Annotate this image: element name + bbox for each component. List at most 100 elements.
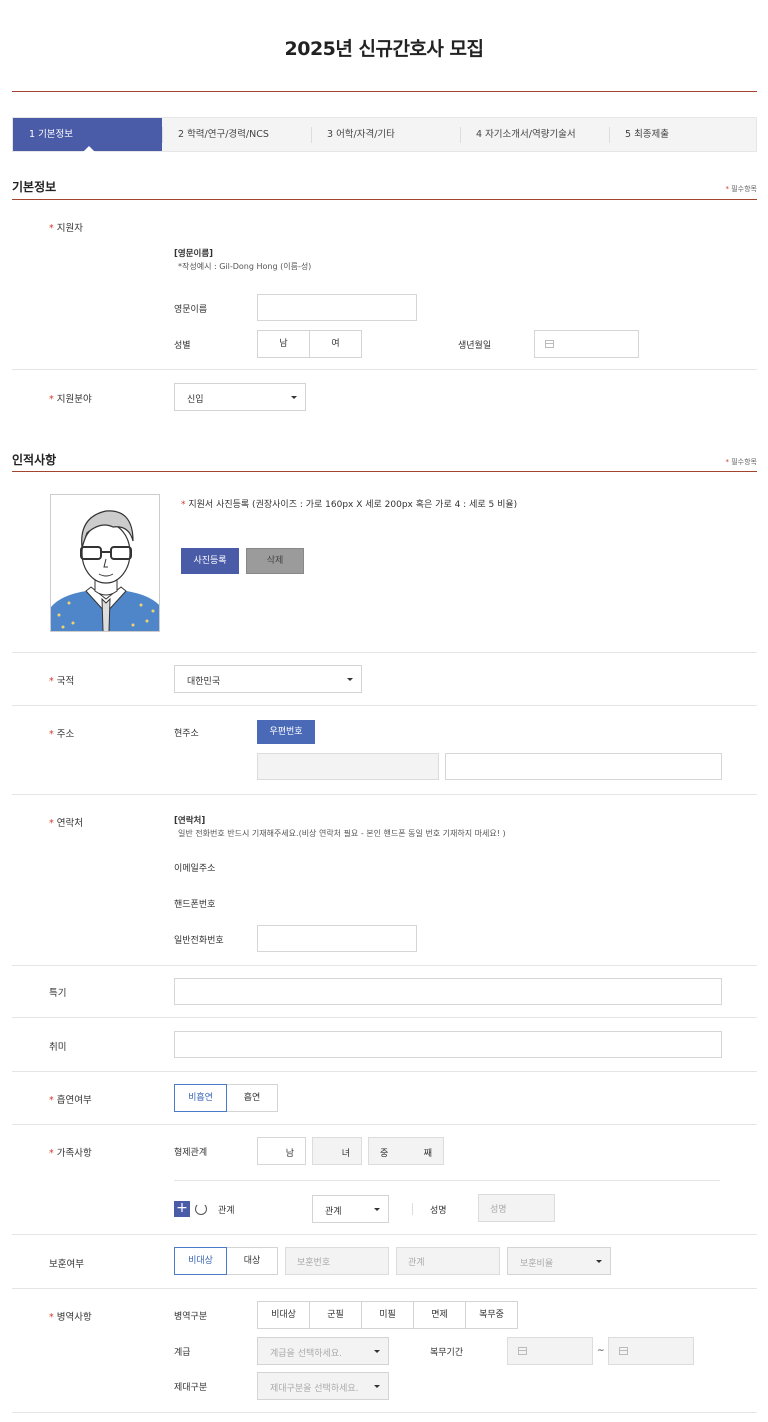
- veteran-number-input[interactable]: 보훈번호: [285, 1247, 389, 1275]
- email-label: 이메일주소: [174, 864, 216, 874]
- eng-name-label: 영문이름: [174, 305, 208, 315]
- photo-note: * 지원서 사진등록 (권장사이즈 : 가로 160px X 세로 200px …: [181, 500, 518, 510]
- applicant-label: * 지원자: [49, 223, 84, 234]
- contact-note: 일반 전화번호 반드시 기재해주세요.(비상 연락처 필요 - 본인 핸드폰 동…: [178, 829, 506, 838]
- eng-name-input[interactable]: [257, 294, 417, 321]
- tab-final-submit[interactable]: 5 최종제출: [609, 118, 758, 151]
- hobby-input[interactable]: [174, 1031, 722, 1058]
- profile-photo: [50, 494, 160, 632]
- military-exempt-option[interactable]: 면제: [413, 1301, 466, 1329]
- postcode-button[interactable]: 우편번호: [257, 720, 315, 744]
- row-divider: [12, 1124, 757, 1125]
- discharge-label: 제대구분: [174, 1383, 208, 1393]
- smoking-label: * 흡연여부: [49, 1095, 92, 1106]
- veteran-ratio-select[interactable]: 보훈비율: [507, 1247, 611, 1275]
- military-serving-option[interactable]: 복무중: [465, 1301, 518, 1329]
- detail-address-input[interactable]: [445, 753, 722, 780]
- calendar-icon: [545, 340, 554, 348]
- mobile-label: 핸드폰번호: [174, 900, 216, 910]
- contact-label: * 연락처: [49, 818, 84, 829]
- hobby-label: 취미: [49, 1042, 67, 1053]
- photo-register-button[interactable]: 사진등록: [181, 548, 239, 574]
- photo-delete-button[interactable]: 삭제: [246, 548, 304, 574]
- chevron-down-icon: [374, 1208, 380, 1211]
- veteran-target-option[interactable]: 대상: [226, 1247, 278, 1275]
- section-title-basic: 기본정보: [12, 180, 57, 194]
- military-label: * 병역사항: [49, 1312, 92, 1323]
- name-label: 성명: [430, 1206, 447, 1216]
- sibling-female-input[interactable]: 녀: [312, 1137, 362, 1165]
- section-divider: [12, 199, 757, 200]
- nationality-select[interactable]: 대한민국: [174, 665, 362, 693]
- phone-input[interactable]: [257, 925, 417, 952]
- family-name-input[interactable]: 성명: [478, 1194, 555, 1222]
- tab-education[interactable]: 2 학력/연구/경력/NCS: [162, 118, 311, 151]
- address-label: * 주소: [49, 729, 75, 740]
- veteran-select: 비대상 대상: [174, 1247, 278, 1275]
- gender-label: 성별: [174, 341, 191, 351]
- gender-male-option[interactable]: 남: [257, 330, 310, 358]
- separator: [412, 1203, 413, 1215]
- smoker-option[interactable]: 흡연: [226, 1084, 278, 1112]
- chevron-down-icon: [374, 1385, 380, 1388]
- refresh-icon[interactable]: [195, 1203, 207, 1215]
- non-smoker-option[interactable]: 비흡연: [174, 1084, 227, 1112]
- section-title-personal: 인적사항: [12, 453, 57, 467]
- row-divider: [12, 652, 757, 653]
- chevron-down-icon: [596, 1260, 602, 1263]
- family-divider: [174, 1180, 720, 1181]
- period-separator: ~: [597, 1346, 605, 1356]
- discharge-select[interactable]: 제대구분을 선택하세요.: [257, 1372, 389, 1400]
- row-divider: [12, 705, 757, 706]
- row-divider: [12, 369, 757, 370]
- sibling-order-input[interactable]: 중 째: [368, 1137, 444, 1165]
- veteran-none-option[interactable]: 비대상: [174, 1247, 227, 1275]
- row-divider: [12, 1017, 757, 1018]
- tab-basic-info[interactable]: 1 기본정보: [13, 118, 162, 152]
- birth-label: 생년월일: [458, 341, 492, 351]
- eng-name-example: *작성예시 : Gil-Dong Hong (이름-성): [178, 262, 312, 271]
- required-note: * 필수항목: [725, 458, 758, 466]
- skill-label: 특기: [49, 988, 67, 999]
- row-divider: [12, 794, 757, 795]
- military-none-option[interactable]: 비대상: [257, 1301, 310, 1329]
- row-divider: [12, 1234, 757, 1235]
- postcode-address-input[interactable]: [257, 753, 439, 780]
- family-label: * 가족사항: [49, 1148, 92, 1159]
- military-type-select: 비대상 군필 미필 면제 복무중: [257, 1301, 518, 1329]
- birth-date-input[interactable]: [534, 330, 639, 358]
- relation-label: 관계: [218, 1206, 235, 1216]
- section-divider: [12, 471, 757, 472]
- title-divider: [12, 91, 757, 92]
- current-address-label: 현주소: [174, 729, 199, 739]
- chevron-down-icon: [374, 1350, 380, 1353]
- military-done-option[interactable]: 군필: [309, 1301, 362, 1329]
- required-note: * 필수항목: [725, 185, 758, 193]
- military-notdone-option[interactable]: 미필: [361, 1301, 414, 1329]
- service-period-label: 복무기간: [430, 1348, 464, 1358]
- service-start-input[interactable]: [507, 1337, 593, 1365]
- rank-select[interactable]: 계급을 선택하세요.: [257, 1337, 389, 1365]
- veteran-label: 보훈여부: [49, 1259, 84, 1270]
- field-select[interactable]: 신입: [174, 383, 306, 411]
- chevron-down-icon: [291, 396, 297, 399]
- relation-select[interactable]: 관계: [312, 1195, 389, 1223]
- row-divider: [12, 1288, 757, 1289]
- tab-self-intro[interactable]: 4 자기소개서/역량기술서: [460, 118, 609, 151]
- field-label: * 지원분야: [49, 394, 92, 405]
- calendar-icon: [518, 1347, 527, 1355]
- sibling-label: 형제관계: [174, 1148, 208, 1158]
- sibling-male-input[interactable]: 남: [257, 1137, 306, 1165]
- row-divider: [12, 1071, 757, 1072]
- skill-input[interactable]: [174, 978, 722, 1005]
- gender-female-option[interactable]: 여: [309, 330, 362, 358]
- avatar-illustration: [51, 510, 159, 631]
- tab-language[interactable]: 3 어학/자격/기타: [311, 118, 460, 151]
- service-end-input[interactable]: [608, 1337, 694, 1365]
- military-type-label: 병역구분: [174, 1312, 208, 1322]
- phone-label: 일반전화번호: [174, 936, 224, 946]
- step-tabs: 1 기본정보 2 학력/연구/경력/NCS 3 어학/자격/기타 4 자기소개서…: [12, 117, 757, 152]
- add-family-button[interactable]: +: [174, 1201, 190, 1217]
- rank-label: 계급: [174, 1348, 191, 1358]
- veteran-relation-input[interactable]: 관계: [396, 1247, 500, 1275]
